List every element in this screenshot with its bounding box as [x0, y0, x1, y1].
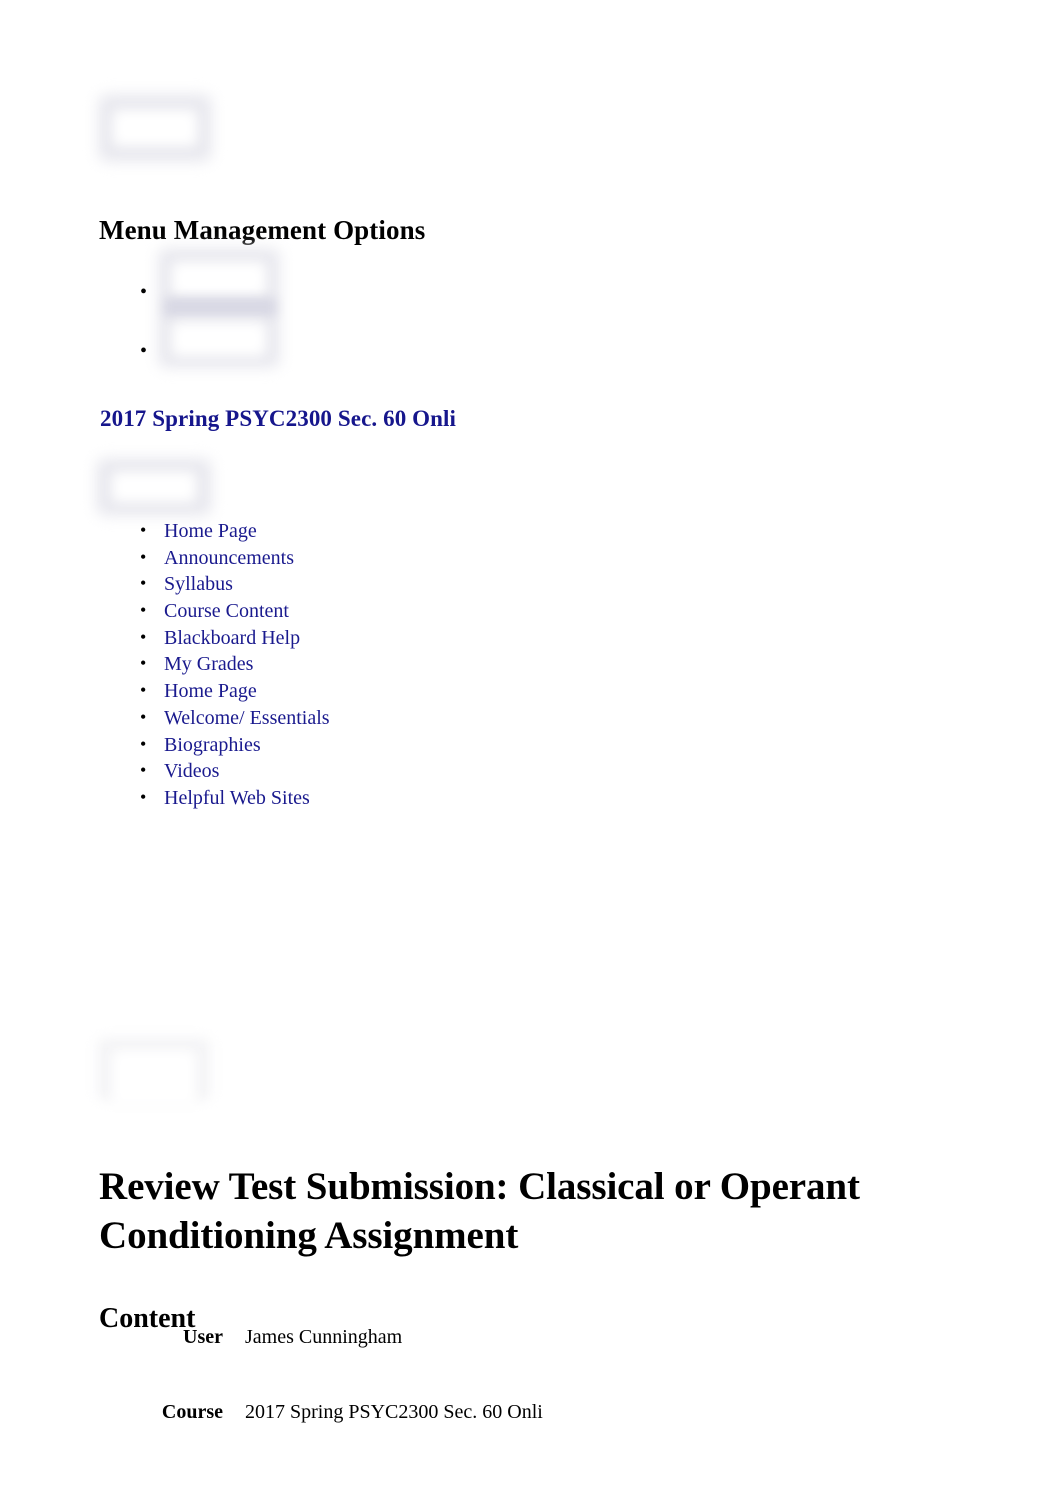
spacer-cell-right	[245, 1347, 543, 1402]
nav-link-helpful-web-sites[interactable]: Helpful Web Sites	[164, 787, 310, 809]
nav-item[interactable]: My Grades	[140, 654, 330, 681]
nav-link-home-page-2[interactable]: Home Page	[164, 680, 257, 702]
table-row: Course 2017 Spring PSYC2300 Sec. 60 Onli	[99, 1402, 543, 1422]
table-row: User James Cunningham	[99, 1327, 543, 1347]
placeholder-block-middle	[158, 248, 280, 368]
placeholder-block-top	[98, 94, 212, 162]
nav-link-blackboard-help[interactable]: Blackboard Help	[164, 627, 300, 649]
menu-options-list	[140, 282, 174, 400]
table-row-spacer	[99, 1347, 543, 1402]
nav-link-home-page[interactable]: Home Page	[164, 520, 257, 542]
nav-link-welcome-essentials[interactable]: Welcome/ Essentials	[164, 707, 330, 729]
nav-link-course-content[interactable]: Course Content	[164, 600, 289, 622]
nav-link-biographies[interactable]: Biographies	[164, 734, 261, 756]
row-value-course: 2017 Spring PSYC2300 Sec. 60 Onli	[245, 1401, 543, 1423]
nav-link-announcements[interactable]: Announcements	[164, 547, 294, 569]
nav-link-my-grades[interactable]: My Grades	[164, 653, 253, 675]
nav-item[interactable]: Course Content	[140, 601, 330, 628]
list-item[interactable]	[140, 341, 174, 400]
nav-item[interactable]: Home Page	[140, 521, 330, 548]
nav-item[interactable]: Announcements	[140, 548, 330, 575]
placeholder-block-middle-row1	[172, 262, 266, 296]
row-label-course: Course	[161, 1401, 223, 1423]
placeholder-block-lower	[98, 1038, 210, 1100]
placeholder-block-middle-row2	[172, 322, 266, 356]
nav-item[interactable]: Helpful Web Sites	[140, 788, 330, 815]
nav-link-videos[interactable]: Videos	[164, 760, 219, 782]
nav-link-syllabus[interactable]: Syllabus	[164, 573, 233, 595]
page-heading-menu-management: Menu Management Options	[99, 215, 426, 246]
list-item[interactable]	[140, 282, 174, 341]
row-label-user: User	[183, 1326, 223, 1348]
placeholder-block-nav-inner	[112, 472, 196, 502]
course-nav-list: Home Page Announcements Syllabus Course …	[140, 521, 330, 815]
nav-item[interactable]: Biographies	[140, 735, 330, 762]
nav-item[interactable]: Home Page	[140, 681, 330, 708]
content-info-table: User James Cunningham Course 2017 Spring…	[99, 1327, 543, 1422]
page-title: Review Test Submission: Classical or Ope…	[99, 1165, 860, 1258]
spacer-cell-left	[99, 1347, 245, 1402]
nav-item[interactable]: Welcome/ Essentials	[140, 708, 330, 735]
row-value-user: James Cunningham	[245, 1326, 403, 1348]
course-title-link[interactable]: 2017 Spring PSYC2300 Sec. 60 Onli	[100, 406, 456, 432]
placeholder-block-lower-inner	[112, 1050, 196, 1106]
page-root: Menu Management Options 2017 Spring PSYC…	[0, 0, 1062, 1506]
placeholder-block-middle-divider	[164, 298, 276, 316]
nav-item[interactable]: Syllabus	[140, 574, 330, 601]
placeholder-block-top-inner	[113, 110, 197, 146]
nav-item[interactable]: Blackboard Help	[140, 628, 330, 655]
nav-item[interactable]: Videos	[140, 761, 330, 788]
placeholder-block-nav	[96, 458, 212, 516]
